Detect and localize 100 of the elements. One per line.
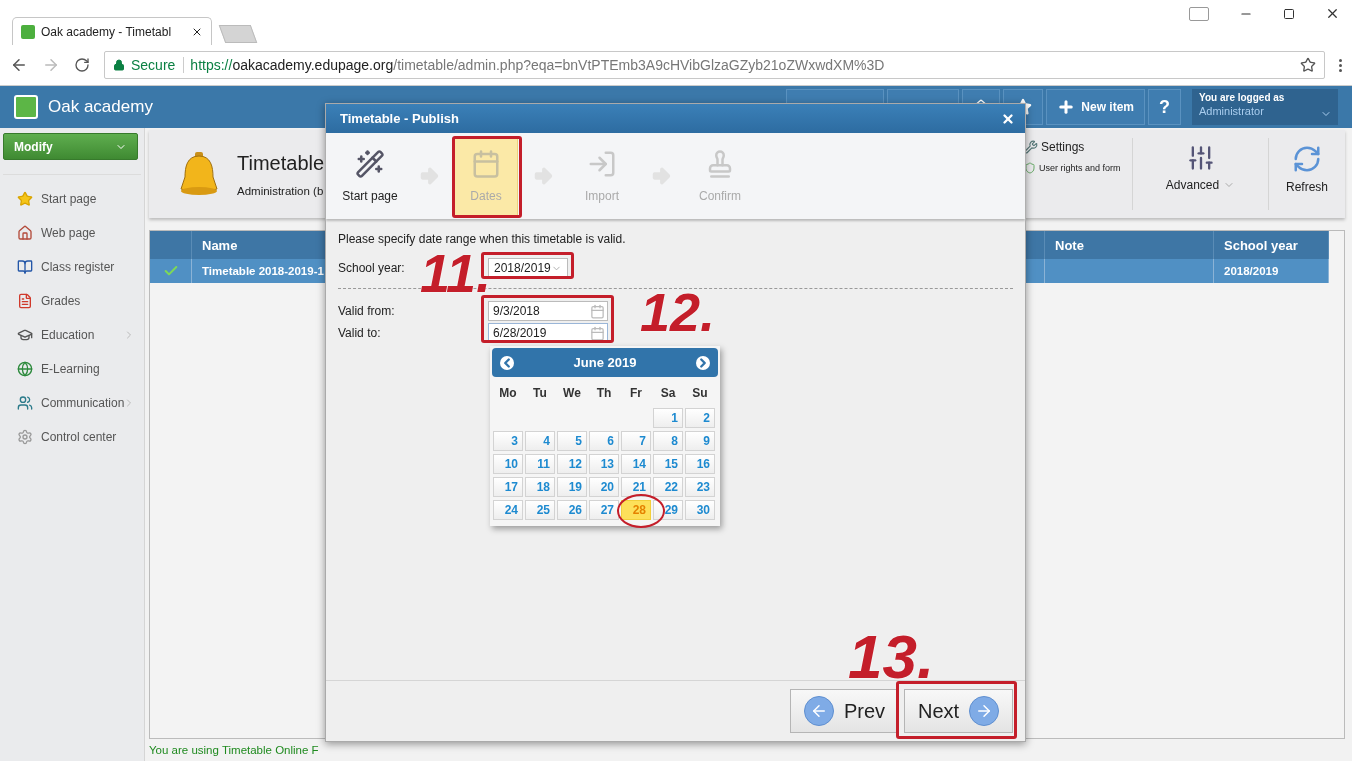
- dialog-title: Timetable - Publish: [340, 111, 459, 126]
- prev-button[interactable]: Prev: [790, 689, 899, 733]
- calendar-day[interactable]: 26: [557, 500, 587, 520]
- weekday-label: Th: [595, 385, 613, 402]
- back-icon[interactable]: [10, 56, 28, 74]
- maximize-icon[interactable]: [1283, 7, 1295, 20]
- calendar-day[interactable]: 24: [493, 500, 523, 520]
- page-title: Timetable: [237, 151, 325, 175]
- column-header[interactable]: Note: [1045, 231, 1214, 259]
- graduation-cap-icon: [17, 327, 33, 343]
- user-rights-link[interactable]: User rights and form: [1039, 163, 1121, 173]
- app-name: Oak academy: [48, 97, 153, 117]
- import-icon: [587, 149, 617, 179]
- user-caption: You are logged as: [1199, 92, 1286, 103]
- globe-icon: [17, 361, 33, 377]
- settings-link[interactable]: Settings: [1041, 140, 1085, 154]
- calendar-day[interactable]: 30: [685, 500, 715, 520]
- wizard-step[interactable]: Start page: [336, 136, 404, 216]
- help-button[interactable]: ?: [1148, 89, 1181, 125]
- site-icon: [21, 24, 35, 39]
- wizard-step[interactable]: Dates: [454, 136, 518, 216]
- calendar-day[interactable]: 10: [493, 454, 523, 474]
- calendar-day[interactable]: 8: [653, 431, 683, 451]
- calendar-day[interactable]: 19: [557, 477, 587, 497]
- refresh-button[interactable]: Refresh: [1269, 138, 1345, 210]
- sidebar-item[interactable]: Web page: [3, 216, 141, 250]
- weekday-label: Fr: [629, 385, 643, 402]
- logo-icon: [14, 95, 38, 119]
- calendar-day[interactable]: 14: [621, 454, 651, 474]
- calendar-day[interactable]: 17: [493, 477, 523, 497]
- bookmark-star-icon[interactable]: [1300, 57, 1316, 73]
- calendar-day[interactable]: 1: [653, 408, 683, 428]
- wrench-icon: [1024, 140, 1038, 154]
- calendar-icon: [471, 149, 501, 179]
- calendar-day[interactable]: 16: [685, 454, 715, 474]
- sidebar-item[interactable]: E-Learning: [3, 352, 141, 386]
- calendar-day[interactable]: 11: [525, 454, 555, 474]
- field-label: Valid from:: [338, 304, 396, 318]
- plus-icon: [1057, 98, 1076, 116]
- calendar-day[interactable]: 27: [589, 500, 619, 520]
- calendar-day[interactable]: 4: [525, 431, 555, 451]
- advanced-button[interactable]: Advanced: [1133, 138, 1269, 210]
- calendar-day[interactable]: 22: [653, 477, 683, 497]
- sliders-icon: [1186, 144, 1215, 172]
- url-text: https://oakacademy.edupage.org/timetable/admin.php?eqa=bnVtPTEmb3A9cHVibGlzaGZyb21oZWxwdXM%3D: [190, 57, 885, 73]
- calendar-day[interactable]: 2: [685, 408, 715, 428]
- sidebar-item[interactable]: Class register: [3, 250, 141, 284]
- calendar-day[interactable]: 20: [589, 477, 619, 497]
- browser-tab[interactable]: Oak academy - Timetabl: [12, 17, 212, 45]
- people-icon: [17, 395, 33, 411]
- calendar-day[interactable]: 9: [685, 431, 715, 451]
- menu-icon[interactable]: [1339, 58, 1342, 72]
- field-label: Valid to:: [338, 326, 382, 340]
- date-field[interactable]: 9/3/2018: [488, 301, 608, 321]
- calendar-day[interactable]: 25: [525, 500, 555, 520]
- address-field[interactable]: Secure https://oakacademy.edupage.org/timetable/admin.php?eqa=bnVtPTEmb3A9cHVibGlzaGZyb21oZWxwdXM%3D: [104, 51, 1325, 79]
- calendar-day[interactable]: 29: [653, 500, 683, 520]
- next-month-icon[interactable]: [696, 355, 710, 370]
- close-icon[interactable]: [1325, 6, 1340, 21]
- weekday-label: Tu: [532, 385, 548, 402]
- calendar-day[interactable]: 18: [525, 477, 555, 497]
- previous-month-icon[interactable]: [500, 355, 514, 370]
- page-subtitle: Administration (b: [237, 184, 325, 197]
- calendar-day[interactable]: 13: [589, 454, 619, 474]
- step-number: 12.: [640, 285, 716, 339]
- weekday-label: We: [562, 385, 582, 402]
- calendar-day[interactable]: 6: [589, 431, 619, 451]
- bell-icon: [177, 151, 221, 197]
- star-icon: [17, 191, 33, 207]
- footer-note: You are using Timetable Online F: [149, 743, 320, 758]
- calendar-day[interactable]: 21: [621, 477, 651, 497]
- sidebar-item[interactable]: Start page: [3, 182, 141, 216]
- shield-icon: [1024, 162, 1036, 174]
- school-year-select[interactable]: 2018/2019: [488, 258, 568, 278]
- reload-icon[interactable]: [74, 57, 90, 73]
- sidebar-item[interactable]: Communication: [3, 386, 141, 420]
- profile-icon[interactable]: [1189, 6, 1209, 21]
- calendar-day[interactable]: 28: [621, 500, 651, 520]
- calendar-day[interactable]: 15: [653, 454, 683, 474]
- book-icon: [17, 259, 33, 275]
- weekday-label: Su: [691, 385, 709, 402]
- month-title: June 2019: [573, 355, 637, 370]
- calendar-icon[interactable]: [590, 325, 605, 341]
- modify-button[interactable]: Modify: [3, 133, 138, 160]
- calendar-day[interactable]: 23: [685, 477, 715, 497]
- sidebar-item[interactable]: Grades: [3, 284, 141, 318]
- calendar-day[interactable]: 5: [557, 431, 587, 451]
- user-menu[interactable]: You are logged as Administrator: [1192, 89, 1338, 125]
- date-field[interactable]: 6/28/2019: [488, 323, 608, 343]
- header-button[interactable]: New item: [1046, 89, 1145, 125]
- sidebar-item[interactable]: Education: [3, 318, 141, 352]
- next-button[interactable]: Next: [904, 689, 1013, 733]
- sidebar-item[interactable]: Control center: [3, 420, 141, 454]
- column-header[interactable]: School year: [1214, 231, 1329, 259]
- calendar-day[interactable]: 7: [621, 431, 651, 451]
- annotation-circle: [617, 494, 665, 528]
- step-number: 13.: [848, 626, 935, 688]
- gear-icon: [17, 429, 33, 445]
- calendar-day[interactable]: 3: [493, 431, 523, 451]
- calendar-day[interactable]: 12: [557, 454, 587, 474]
